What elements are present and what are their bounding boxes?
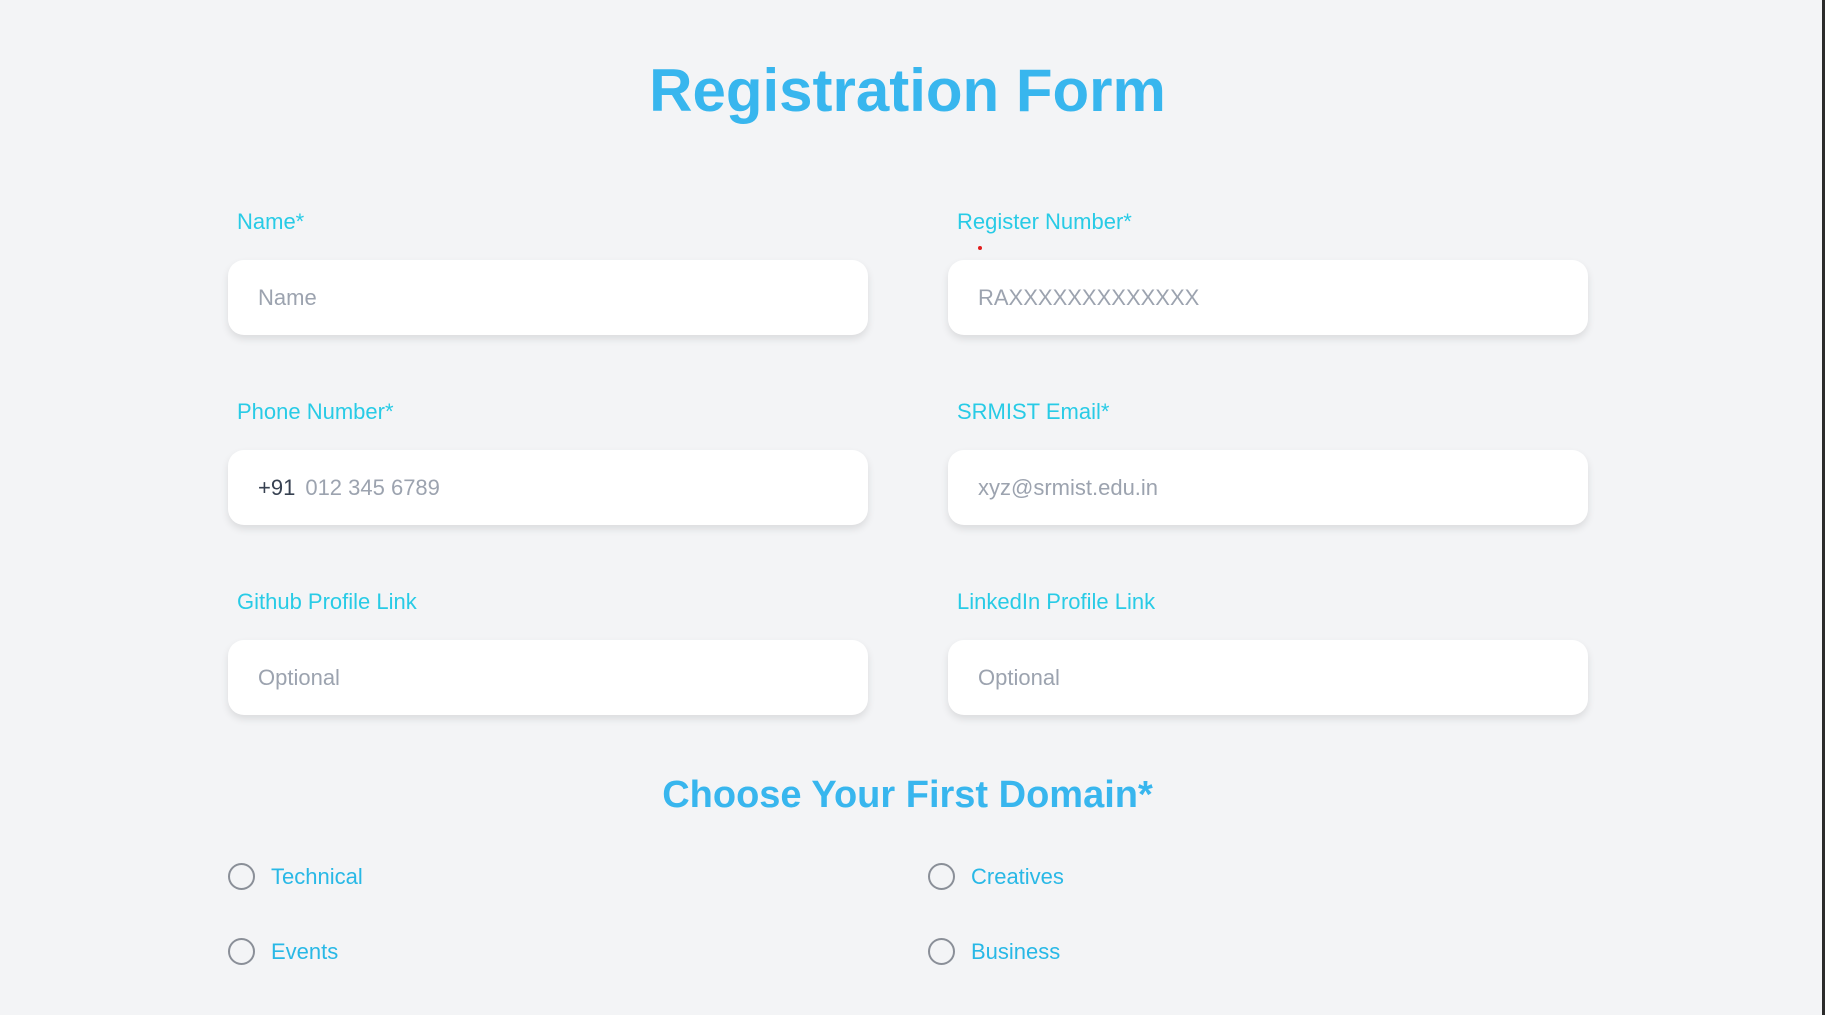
phone-label: Phone Number* bbox=[237, 399, 394, 424]
radio-business[interactable]: Business bbox=[928, 938, 1060, 965]
country-code-prefix: +91 bbox=[258, 474, 296, 500]
radio-events[interactable]: Events bbox=[228, 938, 338, 965]
radio-technical[interactable]: Technical bbox=[228, 863, 363, 890]
register-number-field[interactable] bbox=[948, 260, 1588, 335]
name-input[interactable] bbox=[258, 260, 868, 335]
radio-label[interactable]: Business bbox=[971, 939, 1060, 965]
github-label: Github Profile Link bbox=[237, 589, 417, 614]
phone-input[interactable] bbox=[305, 450, 868, 525]
linkedin-input[interactable] bbox=[978, 640, 1588, 715]
domain-heading: Choose Your First Domain* bbox=[662, 774, 1153, 816]
linkedin-label: LinkedIn Profile Link bbox=[957, 589, 1156, 614]
name-label: Name* bbox=[237, 209, 305, 234]
radio-label[interactable]: Events bbox=[271, 939, 338, 965]
email-input[interactable] bbox=[978, 450, 1588, 525]
radio-label[interactable]: Technical bbox=[271, 864, 363, 890]
radio-circle-icon[interactable] bbox=[228, 938, 255, 965]
radio-circle-icon[interactable] bbox=[228, 863, 255, 890]
github-input[interactable] bbox=[258, 640, 868, 715]
linkedin-field[interactable] bbox=[948, 640, 1588, 715]
github-field[interactable] bbox=[228, 640, 868, 715]
radio-circle-icon[interactable] bbox=[928, 938, 955, 965]
register-number-label: Register Number* bbox=[957, 209, 1132, 234]
email-label: SRMIST Email* bbox=[957, 399, 1110, 424]
radio-circle-icon[interactable] bbox=[928, 863, 955, 890]
register-number-input[interactable] bbox=[978, 260, 1588, 335]
radio-label[interactable]: Creatives bbox=[971, 864, 1064, 890]
name-field[interactable] bbox=[228, 260, 868, 335]
email-field[interactable] bbox=[948, 450, 1588, 525]
cursor-dot bbox=[978, 246, 982, 250]
phone-field[interactable]: +91 bbox=[228, 450, 868, 525]
radio-creatives[interactable]: Creatives bbox=[928, 863, 1064, 890]
page-title: Registration Form bbox=[649, 57, 1166, 124]
